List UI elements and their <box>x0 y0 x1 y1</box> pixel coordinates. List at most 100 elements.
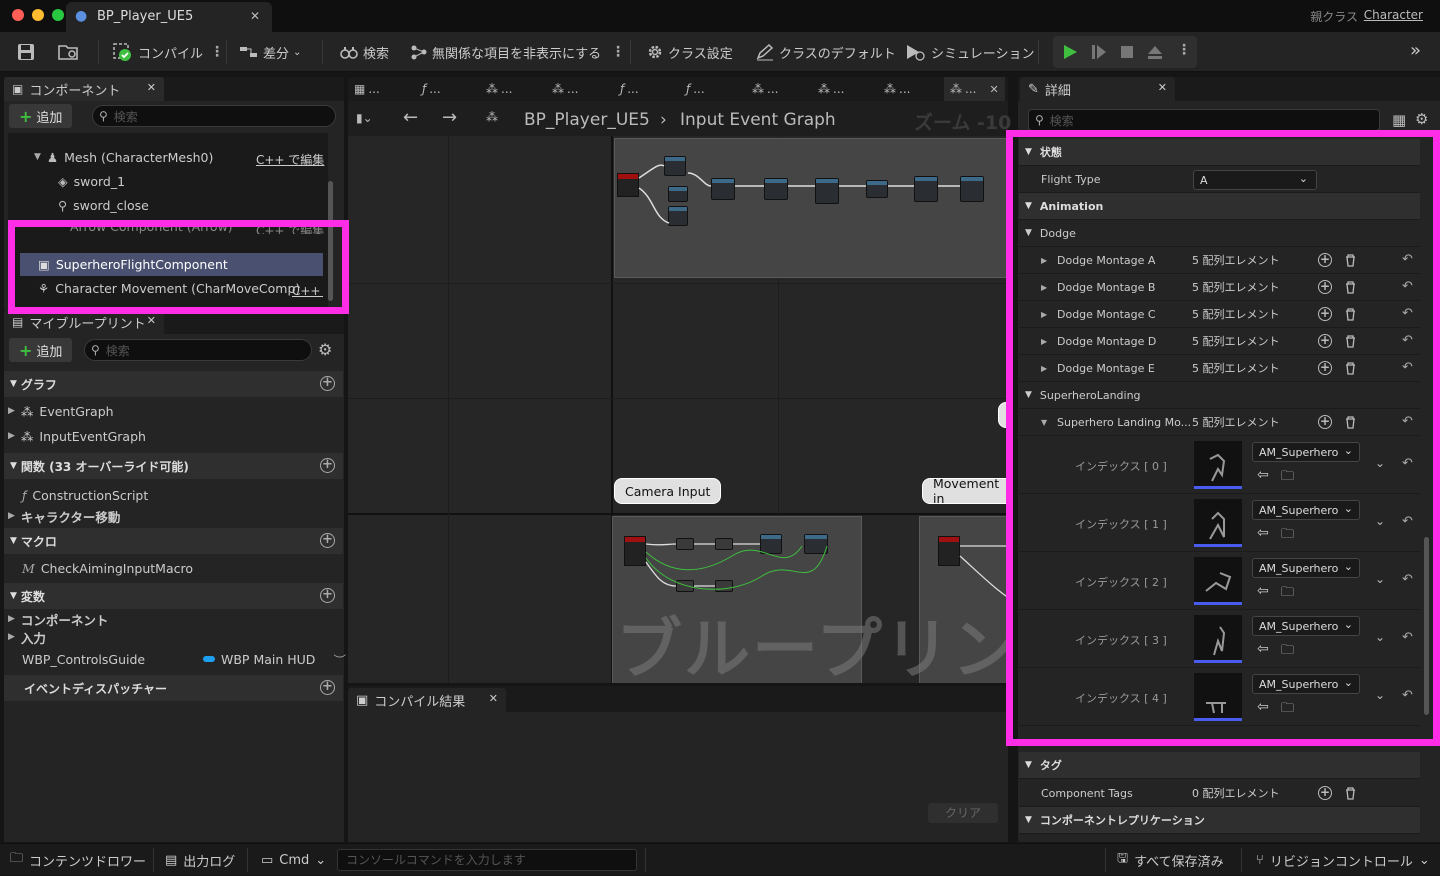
tree-item-sword-close[interactable]: ⚲ sword_close <box>58 193 149 217</box>
trash-icon[interactable] <box>1345 254 1356 267</box>
settings-gear-icon[interactable]: ⚙ <box>318 340 332 359</box>
tree-item-sword-1[interactable]: ◈ sword_1 <box>58 169 125 193</box>
macro-item[interactable]: M CheckAimingInputMacro <box>22 557 193 579</box>
chevron-down-icon[interactable]: ⌄ <box>1375 688 1385 702</box>
parent-class-link[interactable]: Character <box>1364 8 1423 22</box>
superhero-landing-category-row[interactable]: ▼ SuperheroLanding <box>1019 382 1420 409</box>
add-element-icon[interactable]: + <box>1318 307 1332 321</box>
my-blueprint-tab[interactable]: ▤ マイブループリント ✕ <box>4 310 164 334</box>
comment-label-movement-input[interactable]: Movement in <box>922 476 1008 506</box>
revision-control-dropdown[interactable]: ⑂ リビジョンコントロール ⌄ <box>1256 844 1430 876</box>
variable-category-input[interactable]: ▶ 入力 <box>8 626 46 648</box>
trash-icon[interactable] <box>1345 362 1356 375</box>
dispatchers-section-header[interactable]: イベントディスパッチャー + <box>4 675 343 701</box>
asset-picker-dropdown[interactable]: AM_Superhero ⌄ <box>1252 674 1360 694</box>
add-macro-icon[interactable]: + <box>320 533 335 548</box>
table-view-icon[interactable]: ▦ <box>1392 111 1406 129</box>
eject-icon[interactable] <box>1147 44 1163 60</box>
reset-icon[interactable]: ↶ <box>1402 688 1413 703</box>
use-selected-arrow-icon[interactable]: ⇦ <box>1257 699 1269 715</box>
replication-section-header[interactable]: ▼ コンポーネントレプリケーション <box>1019 807 1420 834</box>
graph-tab[interactable]: ▦... <box>354 77 380 101</box>
components-tab[interactable]: ▣ コンポーネント ✕ <box>4 77 164 101</box>
search-options-menu[interactable]: ⋮ <box>611 32 625 72</box>
add-function-icon[interactable]: + <box>320 458 335 473</box>
graph-tab[interactable]: ƒ... <box>686 77 705 101</box>
output-log-button[interactable]: ▤ 出力ログ <box>165 844 235 876</box>
hide-unrelated-button[interactable]: 無関係な項目を非表示にする <box>410 32 601 72</box>
chevron-right-icon[interactable]: ▶ <box>1041 283 1047 292</box>
use-selected-arrow-icon[interactable]: ⇦ <box>1257 583 1269 599</box>
add-variable-icon[interactable]: + <box>320 588 335 603</box>
comment-label-camera-input[interactable]: Camera Input <box>614 478 722 504</box>
chevron-right-icon[interactable]: ▶ <box>1041 310 1047 319</box>
cmd-dropdown[interactable]: ▭ Cmd ⌄ <box>261 844 326 876</box>
add-component-button[interactable]: + 追加 <box>9 104 73 128</box>
save-all-button[interactable]: 🖫 すべて保存済み <box>1117 844 1224 876</box>
close-icon[interactable]: ✕ <box>147 314 156 327</box>
chevron-down-icon[interactable]: ⌄ <box>1375 630 1385 644</box>
animation-section-header[interactable]: ▼ Animation <box>1019 193 1420 220</box>
animation-thumbnail[interactable] <box>1194 499 1242 547</box>
trash-icon[interactable] <box>1345 335 1356 348</box>
animation-thumbnail[interactable] <box>1194 441 1242 489</box>
component-search-input[interactable]: ⚲ 検索 <box>92 105 336 127</box>
class-defaults-button[interactable]: クラスのデフォルト <box>755 32 896 72</box>
reset-icon[interactable]: ↶ <box>1402 333 1413 348</box>
trash-icon[interactable] <box>1345 308 1356 321</box>
edit-in-cpp-link[interactable]: C++ で編集 <box>256 222 324 234</box>
document-tab[interactable]: ● BP_Player_UE5 ✕ <box>66 2 272 32</box>
graph-tab[interactable]: ⁂... <box>486 77 512 101</box>
close-icon[interactable]: ✕ <box>147 81 156 94</box>
dodge-category-row[interactable]: ▼ Dodge <box>1019 220 1420 247</box>
asset-picker-dropdown[interactable]: AM_Superhero ⌄ <box>1252 616 1360 636</box>
breadcrumb-root[interactable]: BP_Player_UE5 <box>524 110 650 130</box>
graph-tab[interactable]: ƒ... <box>620 77 639 101</box>
content-drawer-button[interactable]: 🗀 コンテンツドロワー <box>10 844 146 876</box>
chevron-down-icon[interactable]: ▼ <box>1041 418 1047 427</box>
add-member-button[interactable]: + 追加 <box>9 338 73 362</box>
reset-icon[interactable]: ↶ <box>1402 630 1413 645</box>
graph-canvas[interactable]: Camera Input Movement in ブループリント <box>348 136 1008 683</box>
close-icon[interactable]: ✕ <box>1158 81 1167 94</box>
close-icon[interactable]: ✕ <box>489 692 498 705</box>
graph-tab-active[interactable]: ⁂... ✕ <box>944 77 1005 101</box>
reset-icon[interactable]: ↶ <box>1402 252 1413 267</box>
graph-tab[interactable]: ƒ... <box>422 77 441 101</box>
edit-in-cpp-link[interactable]: C++ で編集 <box>256 151 324 168</box>
graph-item-inputeventgraph[interactable]: ▶ ⁂ InputEventGraph <box>8 425 146 447</box>
close-icon[interactable]: ✕ <box>989 83 998 96</box>
details-tab[interactable]: ✎ 詳細 ✕ <box>1020 77 1175 101</box>
add-element-icon[interactable]: + <box>1318 415 1332 429</box>
chevron-down-icon[interactable]: ⌄ <box>1375 514 1385 528</box>
function-item-construction-script[interactable]: ƒ ConstructionScript <box>22 484 148 506</box>
chevron-down-icon[interactable]: ⌄ <box>1375 456 1385 470</box>
function-category-character-movement[interactable]: ▶ キャラクター移動 <box>8 505 120 527</box>
console-input[interactable]: コンソールコマンドを入力します <box>337 849 637 871</box>
trash-icon[interactable] <box>1345 416 1356 429</box>
graph-tab[interactable]: ⁂... <box>552 77 578 101</box>
browse-asset-icon[interactable]: 🗀 <box>1281 641 1294 663</box>
add-element-icon[interactable]: + <box>1318 361 1332 375</box>
forward-arrow-icon[interactable]: → <box>442 107 457 128</box>
browse-asset-icon[interactable]: 🗀 <box>1281 699 1294 721</box>
expand-toolbar-icon[interactable]: » <box>1410 40 1421 61</box>
chevron-down-icon[interactable]: ⌄ <box>1375 572 1385 586</box>
class-settings-button[interactable]: クラス設定 <box>646 32 733 72</box>
details-scrollbar[interactable] <box>1424 537 1429 715</box>
compile-button[interactable]: コンパイル <box>112 32 203 72</box>
reset-icon[interactable]: ↶ <box>1402 279 1413 294</box>
flight-type-dropdown[interactable]: A ⌄ <box>1193 170 1317 190</box>
close-icon[interactable]: ✕ <box>250 9 260 23</box>
use-selected-arrow-icon[interactable]: ⇦ <box>1257 467 1269 483</box>
tree-item-superhero-flight[interactable]: ▣ SuperheroFlightComponent <box>38 252 228 276</box>
add-dispatcher-icon[interactable]: + <box>320 680 335 695</box>
add-element-icon[interactable]: + <box>1318 280 1332 294</box>
chevron-right-icon[interactable]: ▶ <box>1041 364 1047 373</box>
simulation-button[interactable]: シミュレーション <box>905 32 1034 72</box>
save-button[interactable] <box>17 32 35 72</box>
browse-asset-icon[interactable]: 🗀 <box>1281 467 1294 489</box>
asset-picker-dropdown[interactable]: AM_Superhero ⌄ <box>1252 558 1360 578</box>
graph-tab[interactable]: ⁂... <box>818 77 844 101</box>
stop-icon[interactable] <box>1119 44 1135 60</box>
